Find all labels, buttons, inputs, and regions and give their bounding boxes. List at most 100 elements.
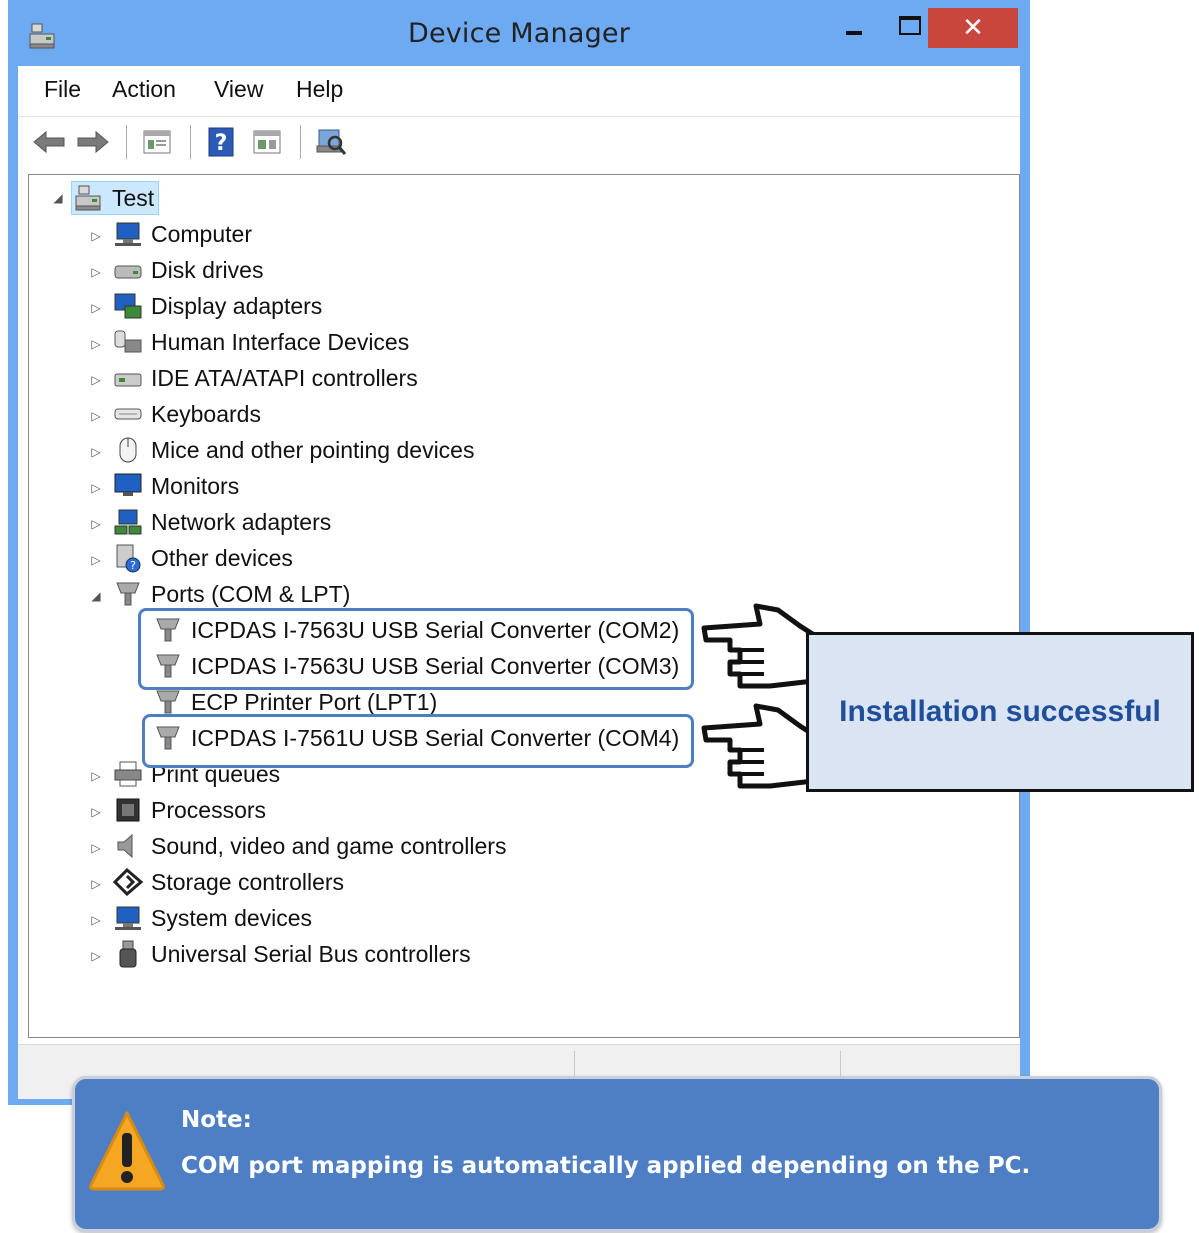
highlight-com2-com3 xyxy=(138,608,694,690)
tree-category[interactable]: Disk drives xyxy=(113,253,263,287)
tree-category-label: IDE ATA/ATAPI controllers xyxy=(151,364,418,391)
menu-view[interactable]: View xyxy=(214,76,263,103)
tree-category[interactable]: Monitors xyxy=(113,469,239,503)
hid-icon xyxy=(113,327,143,357)
expand-arrow-icon[interactable]: ▷ xyxy=(89,877,103,891)
expand-arrow-icon[interactable]: ▷ xyxy=(89,805,103,819)
installation-callout: Installation successful xyxy=(806,632,1194,792)
maximize-icon xyxy=(899,15,921,35)
tree-category-label: Sound, video and game controllers xyxy=(151,832,507,859)
update-driver-button[interactable] xyxy=(250,125,284,159)
toolbar-separator xyxy=(126,125,127,159)
expand-arrow-icon[interactable]: ▷ xyxy=(89,769,103,783)
tree-category[interactable]: Sound, video and game controllers xyxy=(113,829,506,863)
tree-category-label: Mice and other pointing devices xyxy=(151,436,475,463)
expand-arrow-icon[interactable]: ▷ xyxy=(89,229,103,243)
scan-hardware-button[interactable] xyxy=(314,125,348,159)
maximize-button[interactable] xyxy=(886,8,934,48)
minimize-button[interactable] xyxy=(830,8,878,48)
tree-category-label: Processors xyxy=(151,796,267,823)
expand-arrow-icon[interactable]: ▷ xyxy=(89,409,103,423)
speaker-icon xyxy=(113,831,143,861)
expand-arrow-icon[interactable]: ▷ xyxy=(89,517,103,531)
toolbar-separator xyxy=(190,125,191,159)
toolbar: ? xyxy=(18,117,1020,167)
menu-file[interactable]: File xyxy=(44,76,81,103)
scan-hardware-icon xyxy=(316,129,347,155)
tree-category-label: Display adapters xyxy=(151,292,323,319)
tree-category[interactable]: Computer xyxy=(113,217,252,251)
tree-category-label: Keyboards xyxy=(151,400,261,427)
tree-category[interactable]: Keyboards xyxy=(113,397,261,431)
tree-category[interactable]: Mice and other pointing devices xyxy=(113,433,474,467)
printer-icon xyxy=(113,759,143,789)
processor-icon xyxy=(113,795,143,825)
expand-arrow-icon[interactable]: ▷ xyxy=(89,949,103,963)
tree-category-label: Storage controllers xyxy=(151,868,345,895)
tree-category[interactable]: IDE ATA/ATAPI controllers xyxy=(113,361,418,395)
title-bar[interactable]: Device Manager ✕ xyxy=(8,0,1030,66)
tree-category[interactable]: ? Other devices xyxy=(113,541,293,575)
monitor-icon xyxy=(113,471,143,501)
storage-icon xyxy=(113,867,143,897)
properties-icon xyxy=(143,130,171,154)
device-tree[interactable]: ◢ Test ▷ Computer ▷ Disk drives ▷ Display ada… xyxy=(28,174,1020,1038)
svg-text:?: ? xyxy=(215,131,228,156)
tree-category-label: Human Interface Devices xyxy=(151,328,410,355)
tree-root-label: Test xyxy=(112,184,155,211)
computer-root-icon xyxy=(74,183,104,213)
tree-category[interactable]: Display adapters xyxy=(113,289,322,323)
close-button[interactable]: ✕ xyxy=(928,8,1018,48)
disk-drive-icon xyxy=(113,255,143,285)
tree-category[interactable]: System devices xyxy=(113,901,312,935)
tree-category[interactable]: Ports (COM & LPT) xyxy=(113,577,350,611)
menu-action[interactable]: Action xyxy=(112,76,176,103)
menu-help[interactable]: Help xyxy=(296,76,343,103)
forward-button[interactable] xyxy=(76,125,110,159)
note-box: Note: COM port mapping is automatically … xyxy=(72,1076,1162,1232)
client-area: File Action View Help ? ◢ Test ▷ Compute… xyxy=(18,66,1020,1099)
expand-arrow-icon[interactable]: ▷ xyxy=(89,445,103,459)
expand-arrow-icon[interactable]: ▷ xyxy=(89,841,103,855)
expand-arrow-icon[interactable]: ▷ xyxy=(89,553,103,567)
expand-arrow-icon[interactable]: ▷ xyxy=(89,337,103,351)
back-icon xyxy=(33,130,65,154)
display-adapter-icon xyxy=(113,291,143,321)
menu-bar: File Action View Help xyxy=(18,66,1020,117)
back-button[interactable] xyxy=(32,125,66,159)
tree-category[interactable]: Storage controllers xyxy=(113,865,344,899)
collapse-arrow-icon[interactable]: ◢ xyxy=(51,191,65,205)
note-title: Note: xyxy=(181,1107,252,1133)
keyboard-icon xyxy=(113,399,143,429)
expand-arrow-icon[interactable]: ▷ xyxy=(89,481,103,495)
usb-icon xyxy=(113,939,143,969)
help-button[interactable]: ? xyxy=(204,125,238,159)
tree-category[interactable]: Human Interface Devices xyxy=(113,325,409,359)
warning-icon xyxy=(89,1111,165,1191)
expand-arrow-icon[interactable]: ▷ xyxy=(89,301,103,315)
tree-category[interactable]: Processors xyxy=(113,793,266,827)
ide-controller-icon xyxy=(113,363,143,393)
tree-category[interactable]: Universal Serial Bus controllers xyxy=(113,937,471,971)
tree-root[interactable]: Test xyxy=(71,181,160,215)
collapse-arrow-icon[interactable]: ◢ xyxy=(89,589,103,603)
tree-category[interactable]: Network adapters xyxy=(113,505,331,539)
properties-button[interactable] xyxy=(140,125,174,159)
computer-icon xyxy=(113,219,143,249)
network-adapter-icon xyxy=(113,507,143,537)
other-devices-icon: ? xyxy=(113,543,143,573)
tree-category-label: Disk drives xyxy=(151,256,264,283)
tree-category-label: System devices xyxy=(151,904,313,931)
mouse-icon xyxy=(113,435,143,465)
expand-arrow-icon[interactable]: ▷ xyxy=(89,913,103,927)
forward-icon xyxy=(77,130,109,154)
tree-category-label: Monitors xyxy=(151,472,240,499)
port-device-label: ECP Printer Port (LPT1) xyxy=(191,688,438,715)
expand-arrow-icon[interactable]: ▷ xyxy=(89,373,103,387)
minimize-icon xyxy=(846,31,862,35)
expand-arrow-icon[interactable]: ▷ xyxy=(89,265,103,279)
callout-text: Installation successful xyxy=(839,695,1161,728)
tree-root-selected[interactable]: Test xyxy=(71,181,160,215)
note-text: COM port mapping is automatically applie… xyxy=(181,1153,1031,1179)
highlight-com4 xyxy=(142,714,694,768)
